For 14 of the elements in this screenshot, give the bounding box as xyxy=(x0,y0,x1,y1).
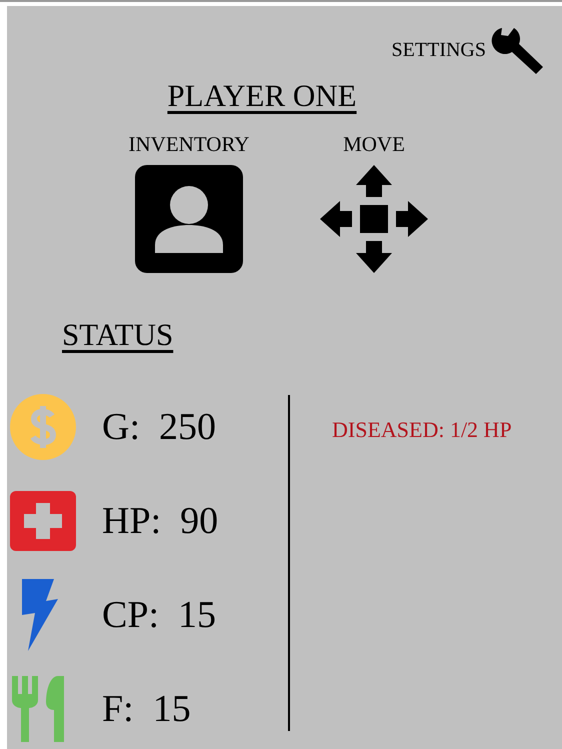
move-button[interactable]: MOVE xyxy=(319,132,429,273)
status-heading: STATUS xyxy=(62,317,174,353)
stat-value: CP: 15 xyxy=(102,593,216,637)
medical-cross-icon xyxy=(10,491,76,551)
stat-value: F: 15 xyxy=(102,687,191,731)
settings-button[interactable]: SETTINGS xyxy=(392,24,548,76)
stat-value: G: 250 xyxy=(102,405,216,449)
inventory-button[interactable]: INVENTORY xyxy=(117,132,261,273)
stat-value: HP: 90 xyxy=(102,499,218,543)
status-effect: DISEASED: 1/2 HP xyxy=(332,417,512,443)
coin-icon xyxy=(10,394,76,460)
player-name: PLAYER ONE xyxy=(166,78,358,114)
person-icon xyxy=(135,165,243,273)
move-arrows-icon xyxy=(320,165,428,273)
